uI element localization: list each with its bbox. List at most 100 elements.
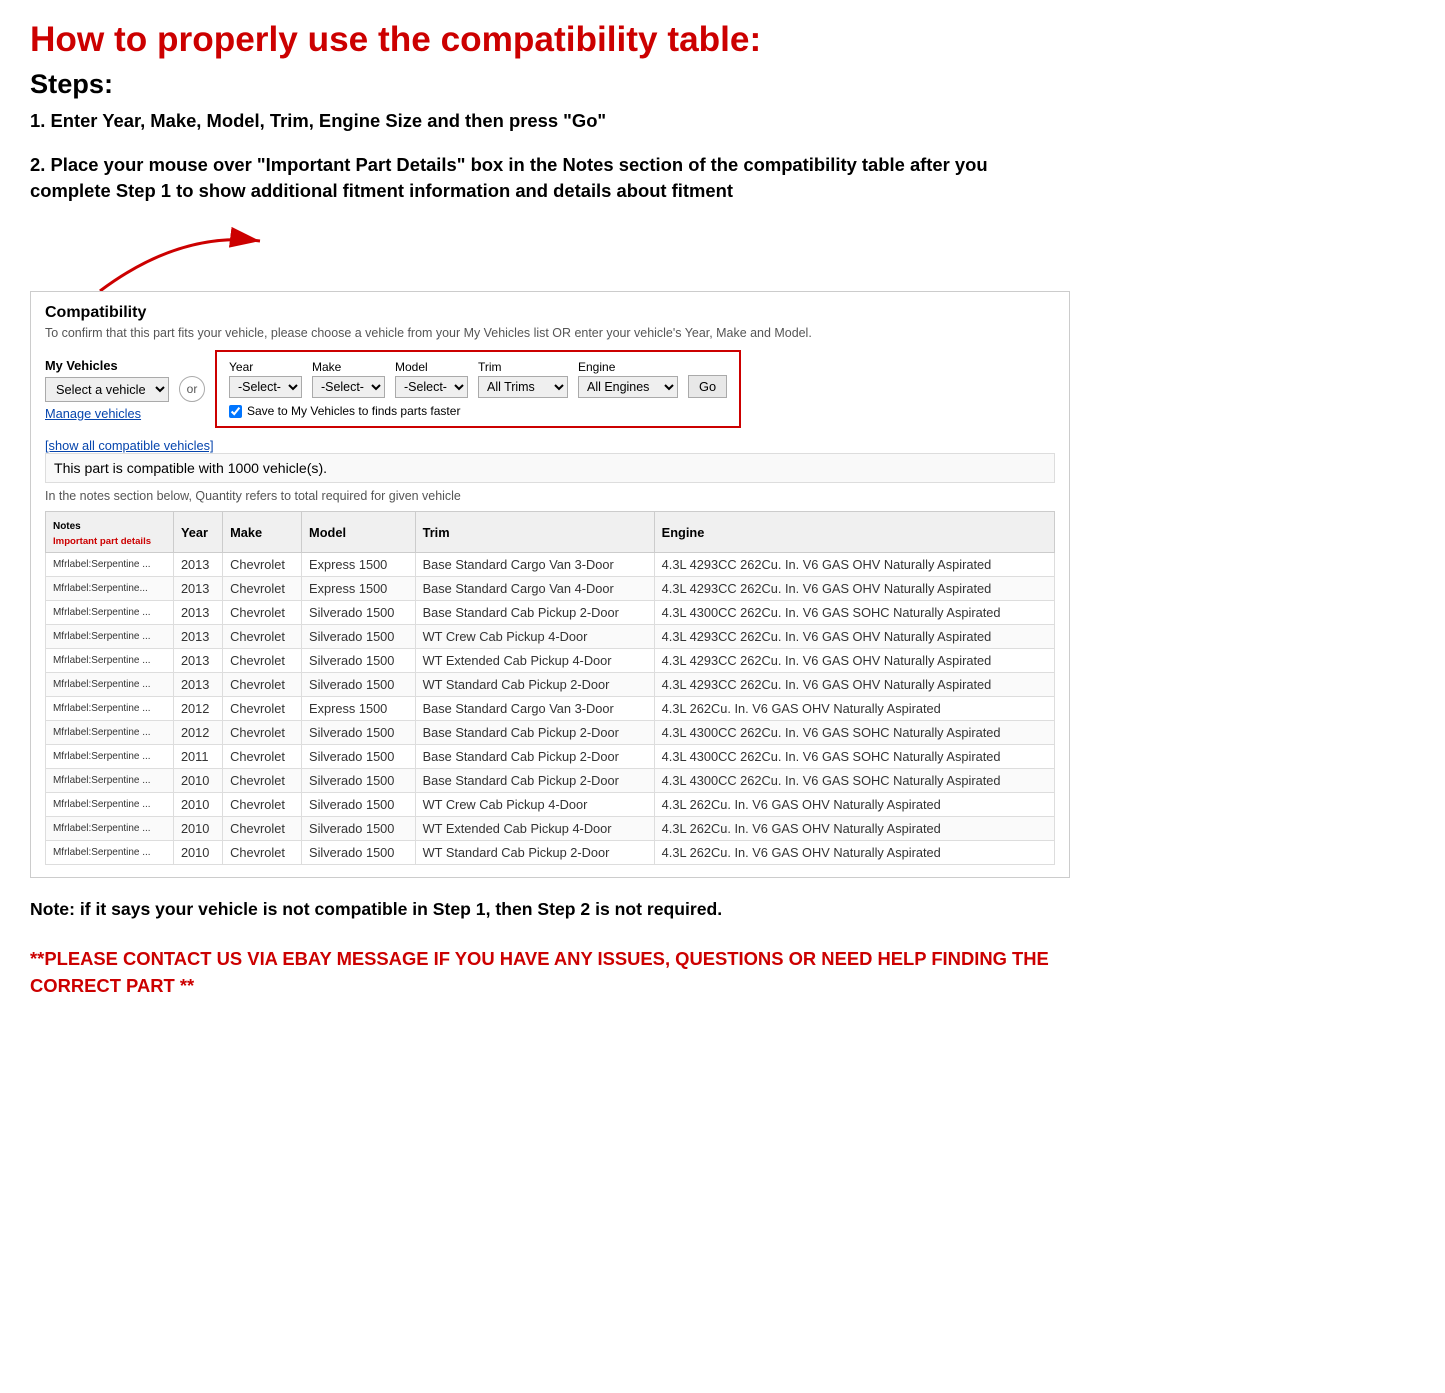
year-cell: 2012 <box>173 697 222 721</box>
table-row: Mfrlabel:Serpentine ...2013ChevroletExpr… <box>46 553 1055 577</box>
show-all-link[interactable]: [show all compatible vehicles] <box>45 438 1055 453</box>
engine-cell: 4.3L 4300CC 262Cu. In. V6 GAS SOHC Natur… <box>654 769 1054 793</box>
year-cell: 2011 <box>173 745 222 769</box>
engine-cell: 4.3L 4293CC 262Cu. In. V6 GAS OHV Natura… <box>654 649 1054 673</box>
model-cell: Silverado 1500 <box>302 625 416 649</box>
year-cell: 2010 <box>173 841 222 865</box>
manage-vehicles-link[interactable]: Manage vehicles <box>45 406 169 421</box>
trim-label: Trim <box>478 360 568 374</box>
make-cell: Chevrolet <box>223 841 302 865</box>
vehicle-select[interactable]: Select a vehicle <box>45 377 169 402</box>
year-cell: 2010 <box>173 769 222 793</box>
save-label: Save to My Vehicles to finds parts faste… <box>247 404 460 418</box>
year-select[interactable]: -Select- <box>229 376 302 398</box>
make-cell: Chevrolet <box>223 769 302 793</box>
year-cell: 2010 <box>173 817 222 841</box>
engine-select[interactable]: All Engines <box>578 376 678 398</box>
save-checkbox-row: Save to My Vehicles to finds parts faste… <box>229 404 727 418</box>
model-cell: Express 1500 <box>302 697 416 721</box>
year-cell: 2012 <box>173 721 222 745</box>
model-cell: Silverado 1500 <box>302 649 416 673</box>
engine-header: Engine <box>654 512 1054 553</box>
trim-cell: Base Standard Cargo Van 3-Door <box>415 697 654 721</box>
make-label: Make <box>312 360 385 374</box>
year-cell: 2013 <box>173 625 222 649</box>
notes-cell: Mfrlabel:Serpentine ... <box>46 601 174 625</box>
make-header: Make <box>223 512 302 553</box>
note-text: Note: if it says your vehicle is not com… <box>30 896 1070 922</box>
model-cell: Silverado 1500 <box>302 817 416 841</box>
model-cell: Express 1500 <box>302 577 416 601</box>
trim-header: Trim <box>415 512 654 553</box>
engine-cell: 4.3L 262Cu. In. V6 GAS OHV Naturally Asp… <box>654 817 1054 841</box>
make-select[interactable]: -Select- <box>312 376 385 398</box>
year-cell: 2013 <box>173 553 222 577</box>
trim-field: Trim All Trims <box>478 360 568 398</box>
trim-cell: Base Standard Cab Pickup 2-Door <box>415 745 654 769</box>
make-cell: Chevrolet <box>223 577 302 601</box>
year-cell: 2013 <box>173 673 222 697</box>
important-part-label: Important part details <box>53 536 151 547</box>
notes-cell: Mfrlabel:Serpentine ... <box>46 697 174 721</box>
make-cell: Chevrolet <box>223 697 302 721</box>
table-row: Mfrlabel:Serpentine ...2010ChevroletSilv… <box>46 793 1055 817</box>
arrow-container <box>30 221 1070 301</box>
make-cell: Chevrolet <box>223 817 302 841</box>
make-cell: Chevrolet <box>223 649 302 673</box>
table-row: Mfrlabel:Serpentine...2013ChevroletExpre… <box>46 577 1055 601</box>
table-row: Mfrlabel:Serpentine ...2013ChevroletSilv… <box>46 673 1055 697</box>
model-cell: Silverado 1500 <box>302 793 416 817</box>
year-field: Year -Select- <box>229 360 302 398</box>
go-button[interactable]: Go <box>688 375 727 398</box>
notes-cell: Mfrlabel:Serpentine ... <box>46 721 174 745</box>
or-circle: or <box>179 376 205 402</box>
model-header: Model <box>302 512 416 553</box>
compatible-count: This part is compatible with 1000 vehicl… <box>45 453 1055 483</box>
year-label: Year <box>229 360 302 374</box>
trim-cell: WT Extended Cab Pickup 4-Door <box>415 649 654 673</box>
ymm-row: Year -Select- Make -Select- Model -Selec… <box>229 360 727 398</box>
notes-cell: Mfrlabel:Serpentine ... <box>46 553 174 577</box>
engine-cell: 4.3L 4293CC 262Cu. In. V6 GAS OHV Natura… <box>654 577 1054 601</box>
model-select[interactable]: -Select- <box>395 376 468 398</box>
trim-cell: WT Crew Cab Pickup 4-Door <box>415 625 654 649</box>
engine-cell: 4.3L 4300CC 262Cu. In. V6 GAS SOHC Natur… <box>654 601 1054 625</box>
make-cell: Chevrolet <box>223 793 302 817</box>
step2-text: 2. Place your mouse over "Important Part… <box>30 152 1070 204</box>
compatibility-table: Notes Important part details Year Make M… <box>45 511 1055 865</box>
vehicle-select-row: Select a vehicle <box>45 377 169 402</box>
arrow-graphic <box>60 221 280 301</box>
my-vehicles-label: My Vehicles <box>45 358 169 373</box>
notes-cell: Mfrlabel:Serpentine... <box>46 577 174 601</box>
step1-text: 1. Enter Year, Make, Model, Trim, Engine… <box>30 108 1070 134</box>
quantity-note: In the notes section below, Quantity ref… <box>45 489 1055 503</box>
engine-cell: 4.3L 4293CC 262Cu. In. V6 GAS OHV Natura… <box>654 553 1054 577</box>
table-row: Mfrlabel:Serpentine ...2012ChevroletExpr… <box>46 697 1055 721</box>
engine-cell: 4.3L 262Cu. In. V6 GAS OHV Naturally Asp… <box>654 793 1054 817</box>
table-row: Mfrlabel:Serpentine ...2010ChevroletSilv… <box>46 817 1055 841</box>
notes-cell: Mfrlabel:Serpentine ... <box>46 769 174 793</box>
table-row: Mfrlabel:Serpentine ...2012ChevroletSilv… <box>46 721 1055 745</box>
make-cell: Chevrolet <box>223 553 302 577</box>
trim-select[interactable]: All Trims <box>478 376 568 398</box>
year-cell: 2013 <box>173 577 222 601</box>
table-row: Mfrlabel:Serpentine ...2013ChevroletSilv… <box>46 601 1055 625</box>
contact-text: **PLEASE CONTACT US VIA EBAY MESSAGE IF … <box>30 945 1070 1000</box>
steps-label: Steps: <box>30 68 1070 100</box>
table-row: Mfrlabel:Serpentine ...2013ChevroletSilv… <box>46 649 1055 673</box>
trim-cell: WT Standard Cab Pickup 2-Door <box>415 841 654 865</box>
trim-cell: Base Standard Cargo Van 4-Door <box>415 577 654 601</box>
model-cell: Silverado 1500 <box>302 673 416 697</box>
year-cell: 2013 <box>173 649 222 673</box>
save-checkbox[interactable] <box>229 405 242 418</box>
trim-cell: WT Standard Cab Pickup 2-Door <box>415 673 654 697</box>
model-cell: Silverado 1500 <box>302 841 416 865</box>
notes-cell: Mfrlabel:Serpentine ... <box>46 625 174 649</box>
model-label: Model <box>395 360 468 374</box>
my-vehicles-section: My Vehicles Select a vehicle Manage vehi… <box>45 358 169 421</box>
notes-header: Notes Important part details <box>46 512 174 553</box>
table-header-row: Notes Important part details Year Make M… <box>46 512 1055 553</box>
engine-label: Engine <box>578 360 678 374</box>
trim-cell: Base Standard Cargo Van 3-Door <box>415 553 654 577</box>
trim-cell: WT Crew Cab Pickup 4-Door <box>415 793 654 817</box>
